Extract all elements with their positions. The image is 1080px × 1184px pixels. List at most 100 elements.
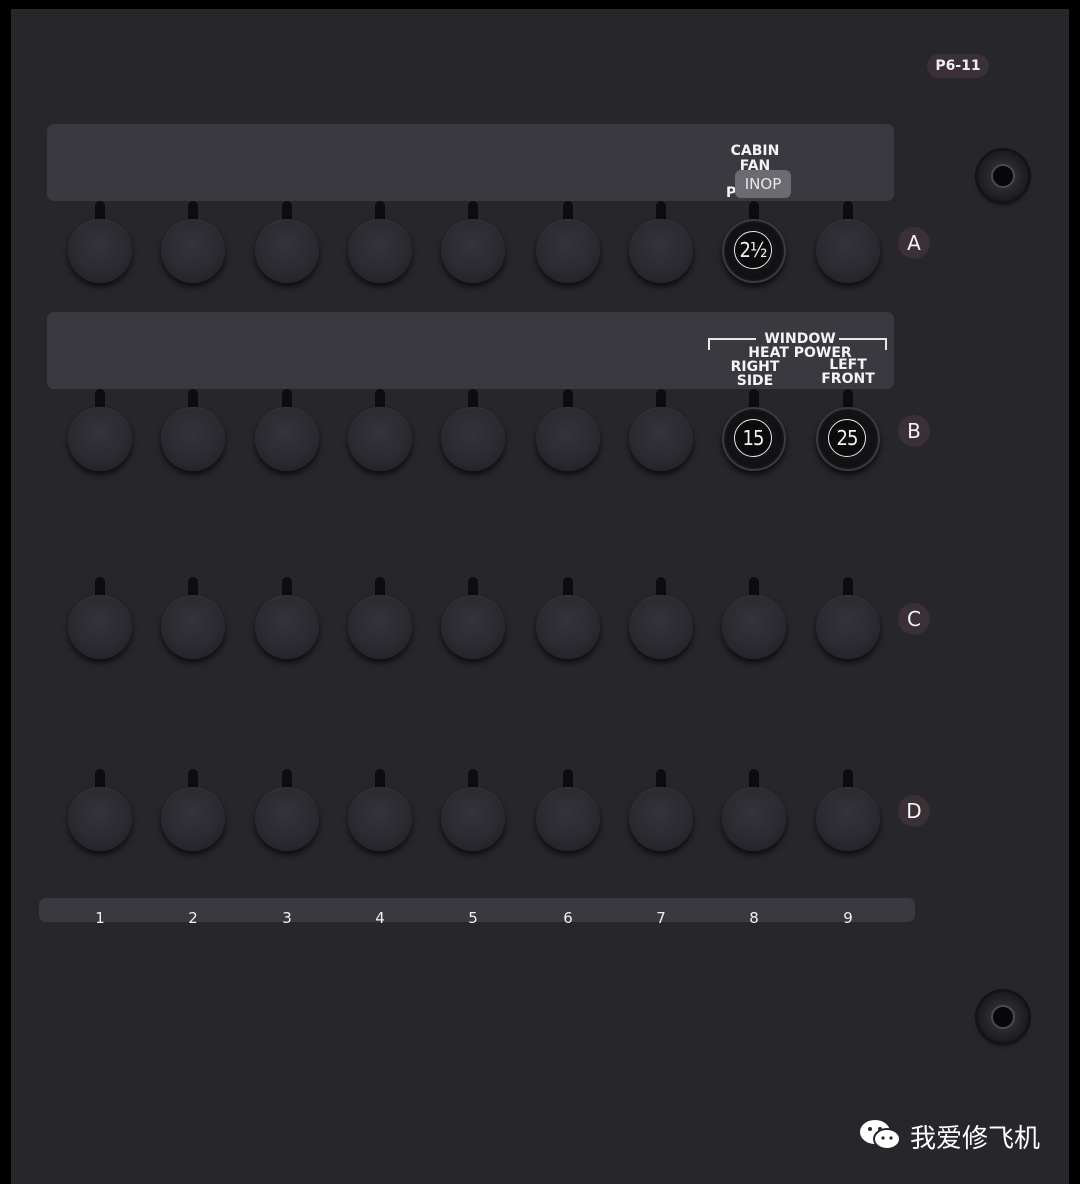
breaker-indicator-slot [749, 577, 759, 597]
panel-screw-top [978, 151, 1028, 201]
breaker-blank-cap [536, 407, 600, 471]
breaker-blank-cap [348, 407, 412, 471]
breaker-indicator-slot [95, 389, 105, 409]
breaker-indicator-slot [656, 577, 666, 597]
watermark-text: 我爱修飞机 [910, 1124, 1041, 1154]
row-label-b: B [898, 415, 930, 447]
row-label-d: D [898, 795, 930, 827]
breaker-indicator-slot [656, 389, 666, 409]
window-heat-bracket-right [839, 338, 887, 340]
panel-screw-bottom [978, 992, 1028, 1042]
breaker-blank-cap [722, 787, 786, 851]
breaker-blank-cap [536, 787, 600, 851]
left-label: LEFT [829, 357, 867, 373]
circuit-breaker-b8[interactable]: 15 [722, 407, 786, 471]
inop-tag: INOP [735, 170, 791, 198]
breaker-blank-cap [255, 787, 319, 851]
breaker-indicator-slot [95, 577, 105, 597]
breaker-blank-cap [161, 787, 225, 851]
breaker-blank-cap [255, 595, 319, 659]
breaker-blank-cap [348, 595, 412, 659]
breaker-blank-cap [68, 219, 132, 283]
breaker-blank-cap [629, 219, 693, 283]
breaker-rating: 25 [828, 419, 866, 457]
breaker-indicator-slot [282, 769, 292, 789]
column-label-8: 8 [749, 909, 759, 927]
breaker-indicator-slot [188, 389, 198, 409]
row-label-c: C [898, 603, 930, 635]
circuit-breaker-panel: P6-11 CABIN FAN POWER INOP WINDOW HEAT P… [11, 9, 1069, 1184]
breaker-indicator-slot [468, 577, 478, 597]
column-label-4: 4 [375, 909, 385, 927]
breaker-blank-cap [68, 407, 132, 471]
breaker-blank-cap [161, 219, 225, 283]
breaker-blank-cap [441, 219, 505, 283]
breaker-blank-cap [441, 787, 505, 851]
breaker-indicator-slot [282, 201, 292, 221]
screw-head-icon [991, 1005, 1015, 1029]
panel-id-badge: P6-11 [927, 54, 989, 78]
breaker-blank-cap [536, 595, 600, 659]
breaker-indicator-slot [375, 577, 385, 597]
circuit-breaker-b9[interactable]: 25 [816, 407, 880, 471]
column-label-2: 2 [188, 909, 198, 927]
side-label: SIDE [736, 373, 774, 389]
breaker-blank-cap [348, 219, 412, 283]
breaker-rating: 15 [734, 419, 772, 457]
breaker-indicator-slot [843, 201, 853, 221]
cabin-label: CABIN [730, 143, 780, 159]
breaker-indicator-slot [375, 201, 385, 221]
breaker-indicator-slot [749, 389, 759, 409]
watermark: 我爱修飞机 [860, 1118, 1041, 1155]
breaker-blank-cap [68, 787, 132, 851]
column-label-5: 5 [468, 909, 478, 927]
breaker-blank-cap [441, 407, 505, 471]
breaker-indicator-slot [749, 769, 759, 789]
breaker-blank-cap [255, 219, 319, 283]
breaker-indicator-slot [843, 769, 853, 789]
breaker-indicator-slot [749, 201, 759, 221]
breaker-indicator-slot [375, 769, 385, 789]
breaker-blank-cap [161, 595, 225, 659]
column-label-3: 3 [282, 909, 292, 927]
breaker-blank-cap [629, 595, 693, 659]
breaker-blank-cap [68, 595, 132, 659]
breaker-blank-cap [441, 595, 505, 659]
breaker-blank-cap [255, 407, 319, 471]
breaker-indicator-slot [468, 769, 478, 789]
breaker-indicator-slot [843, 577, 853, 597]
breaker-indicator-slot [282, 389, 292, 409]
breaker-indicator-slot [188, 577, 198, 597]
circuit-breaker-a8[interactable]: 2½ [722, 219, 786, 283]
window-heat-bracket-left [708, 338, 756, 340]
breaker-blank-cap [816, 787, 880, 851]
bracket-tick-left [708, 338, 710, 350]
breaker-blank-cap [161, 407, 225, 471]
breaker-indicator-slot [95, 201, 105, 221]
breaker-indicator-slot [563, 769, 573, 789]
breaker-indicator-slot [188, 201, 198, 221]
breaker-indicator-slot [468, 389, 478, 409]
breaker-indicator-slot [95, 769, 105, 789]
breaker-blank-cap [816, 219, 880, 283]
breaker-indicator-slot [656, 769, 666, 789]
breaker-indicator-slot [375, 389, 385, 409]
breaker-blank-cap [816, 595, 880, 659]
breaker-indicator-slot [563, 577, 573, 597]
right-label: RIGHT [730, 359, 780, 375]
window-label: WINDOW [764, 331, 836, 347]
breaker-blank-cap [629, 787, 693, 851]
breaker-blank-cap [722, 595, 786, 659]
bracket-tick-right [885, 338, 887, 350]
breaker-indicator-slot [468, 201, 478, 221]
column-label-9: 9 [843, 909, 853, 927]
column-label-6: 6 [563, 909, 573, 927]
row-label-a: A [898, 227, 930, 259]
breaker-indicator-slot [282, 577, 292, 597]
breaker-indicator-slot [656, 201, 666, 221]
column-label-1: 1 [95, 909, 105, 927]
breaker-indicator-slot [563, 389, 573, 409]
front-label: FRONT [821, 371, 875, 387]
breaker-indicator-slot [843, 389, 853, 409]
screw-head-icon [991, 164, 1015, 188]
